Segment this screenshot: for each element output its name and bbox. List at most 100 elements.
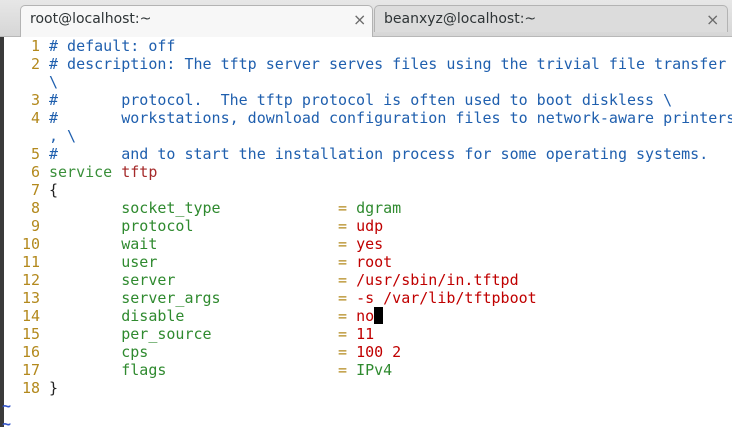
tab-title: beanxyz@localhost:~ (384, 11, 537, 27)
line-number: 15 (21, 325, 40, 343)
code-line[interactable]: 12 server = /usr/sbin/in.tftpd (18, 271, 732, 289)
code-token: = (338, 271, 348, 289)
code-token: # protocol. The tftp protocol is often u… (49, 91, 673, 109)
code-token: = (338, 199, 348, 217)
code-token: server (121, 271, 176, 289)
code-line[interactable]: 5 # and to start the installation process… (18, 145, 732, 163)
code-token: , \ (49, 127, 77, 145)
line-number: 3 (30, 91, 40, 109)
empty-buffer-line: ~ (2, 415, 732, 433)
code-line[interactable]: , \ (18, 127, 732, 145)
code-line[interactable]: 4 # workstations, download configuration … (18, 109, 732, 127)
line-number: 17 (21, 361, 40, 379)
code-line[interactable]: 9 protocol = udp (18, 217, 732, 235)
code-token: # default: off (49, 37, 176, 55)
line-number: 16 (21, 343, 40, 361)
code-token: = (338, 253, 348, 271)
tab-beanxyz-localhost[interactable]: beanxyz@localhost:~ × (374, 5, 728, 32)
code-token: { (49, 181, 59, 199)
code-line[interactable]: 8 socket_type = dgram (18, 199, 732, 217)
code-token: # and to start the installation process … (49, 145, 709, 163)
line-number: 8 (30, 199, 40, 217)
code-line[interactable]: 1 # default: off (18, 37, 732, 55)
tilde-marker: ~ (2, 397, 12, 415)
code-line[interactable]: 16 cps = 100 2 (18, 343, 732, 361)
code-line[interactable]: 7{ (18, 181, 732, 199)
vim-editor[interactable]: 1 # default: off 2 # description: The tftp … (0, 37, 732, 433)
code-token: = (338, 289, 348, 307)
code-line[interactable]: 3 # protocol. The tftp protocol is often … (18, 91, 732, 109)
line-number: 2 (30, 55, 40, 73)
code-token: 100 2 (356, 343, 402, 361)
code-token: -s /var/lib/tftpboot (356, 289, 537, 307)
code-token: root (356, 253, 393, 271)
line-number: 13 (21, 289, 40, 307)
code-token: } (49, 379, 59, 397)
code-token: disable (121, 307, 185, 325)
close-icon[interactable]: × (353, 10, 366, 29)
code-line[interactable]: 6 service tftp (18, 163, 732, 181)
terminal-tab-bar: root@localhost:~ × beanxyz@localhost:~ × (0, 0, 732, 37)
code-token: # workstations, download configuration f… (49, 109, 732, 127)
tab-title: root@localhost:~ (30, 11, 152, 27)
line-number: 10 (21, 235, 40, 253)
line-number: 9 (30, 217, 40, 235)
code-line[interactable]: 13 server_args = -s /var/lib/tftpboot (18, 289, 732, 307)
code-line[interactable]: 17 flags = IPv4 (18, 361, 732, 379)
code-token: wait (121, 235, 158, 253)
code-token: udp (356, 217, 384, 235)
tilde-marker: ~ (2, 415, 12, 433)
code-line[interactable]: 10 wait = yes (18, 235, 732, 253)
code-token: \ (49, 73, 59, 91)
code-token: protocol (121, 217, 194, 235)
code-line[interactable]: 18} (18, 379, 732, 397)
code-line[interactable]: 11 user = root (18, 253, 732, 271)
close-icon[interactable]: × (706, 10, 719, 29)
code-token: no (356, 307, 375, 325)
code-token: dgram (356, 199, 402, 217)
code-token: = (338, 361, 348, 379)
code-token: 11 (356, 325, 375, 343)
code-token: = (338, 217, 348, 235)
tab-root-localhost[interactable]: root@localhost:~ × (20, 5, 373, 37)
code-token: cps (121, 343, 149, 361)
code-token: IPv4 (356, 361, 393, 379)
code-token: /usr/sbin/in.tftpd (356, 271, 519, 289)
line-number: 11 (21, 253, 40, 271)
line-number: 4 (30, 109, 40, 127)
code-line[interactable]: 14 disable = no (18, 307, 732, 325)
code-token: = (338, 235, 348, 253)
text-cursor (374, 307, 384, 324)
code-line[interactable]: \ (18, 73, 732, 91)
code-token: tftp (121, 163, 158, 181)
code-line[interactable]: 2 # description: The tftp server serves f… (18, 55, 732, 73)
code-token: = (338, 307, 348, 325)
code-line[interactable]: 15 per_source = 11 (18, 325, 732, 343)
code-token: yes (356, 235, 384, 253)
line-number: 18 (21, 379, 40, 397)
